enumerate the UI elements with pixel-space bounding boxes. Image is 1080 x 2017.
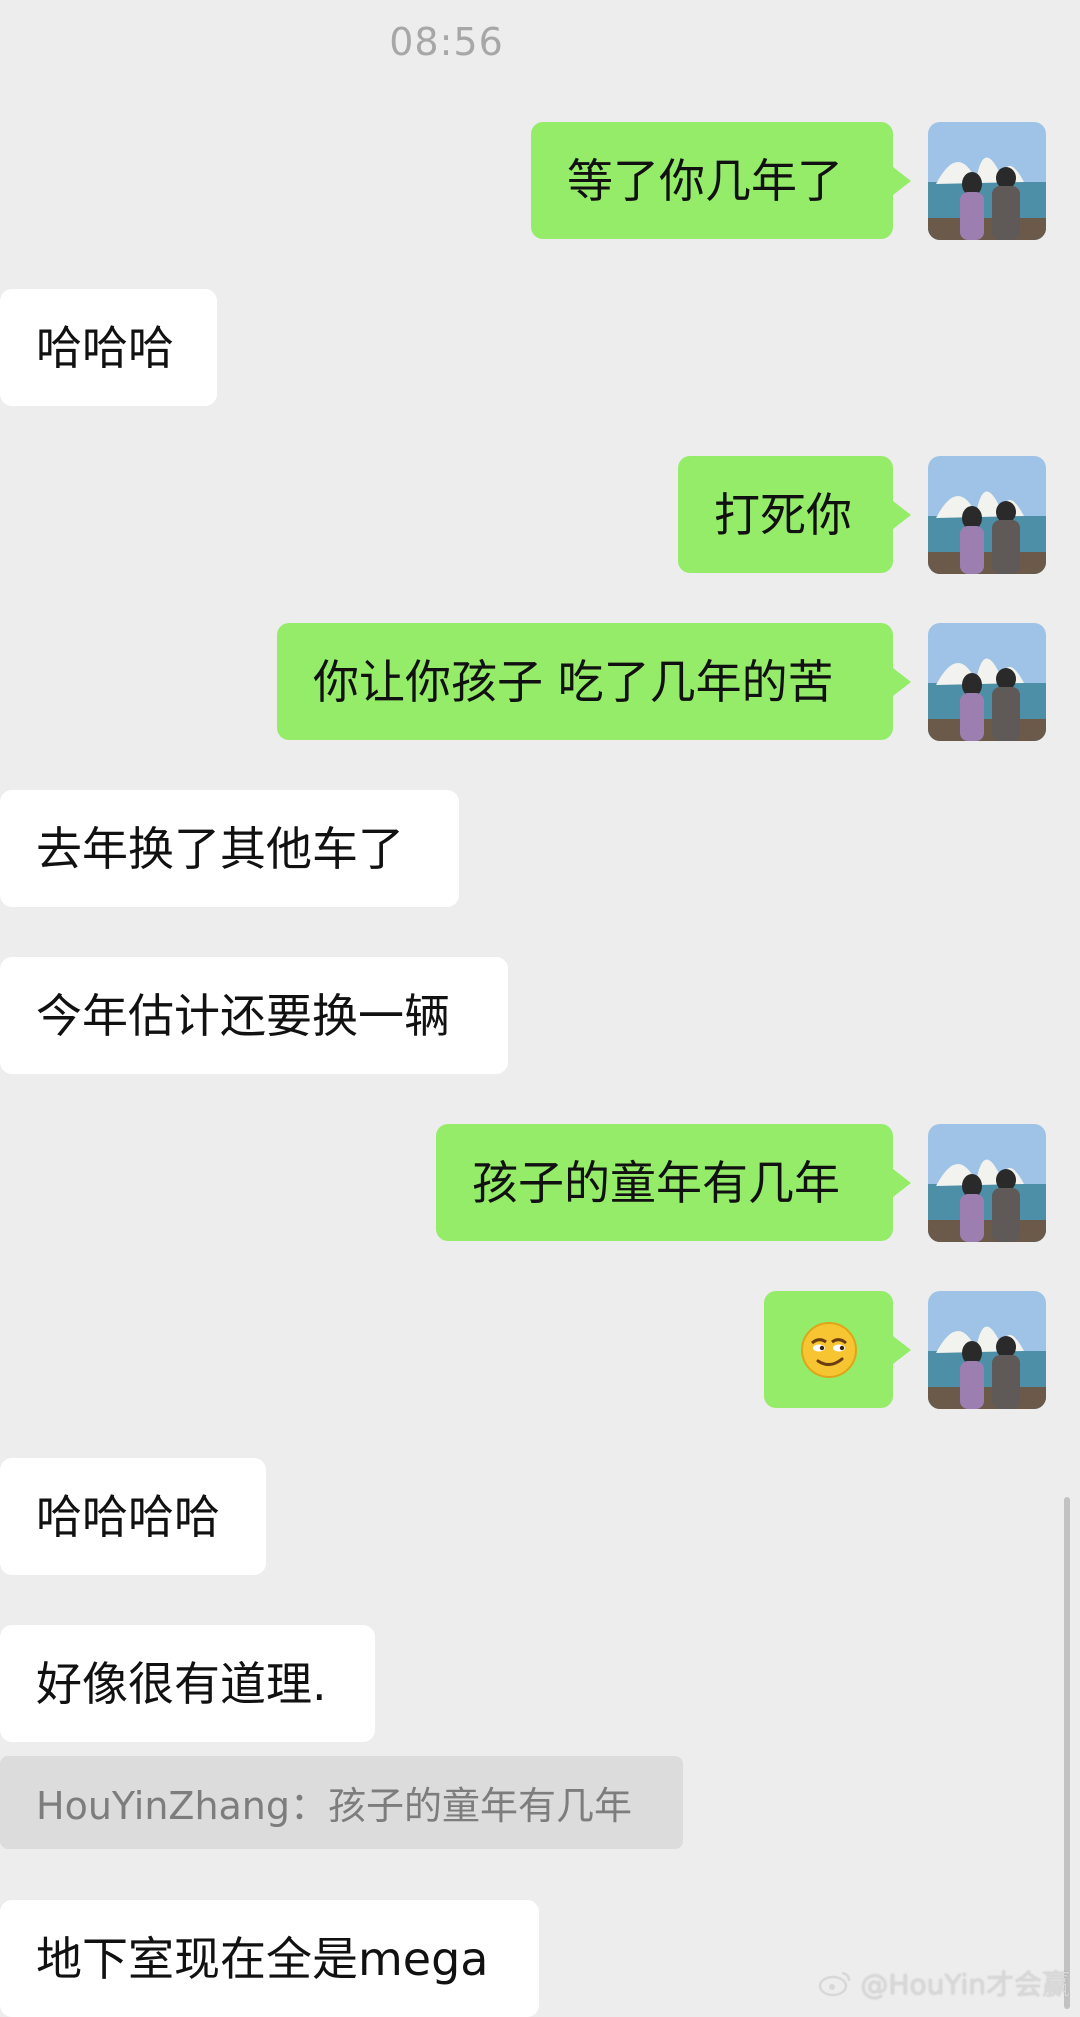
user-avatar[interactable] bbox=[928, 1124, 1046, 1242]
message-text: 去年换了其他车了 bbox=[36, 821, 404, 876]
message-text: 等了你几年了 bbox=[567, 153, 843, 208]
message-text: 好像很有道理. bbox=[36, 1656, 327, 1711]
message-bubble-incoming[interactable]: 地下室现在全是mega bbox=[0, 1900, 539, 2017]
message-text: 打死你 bbox=[714, 487, 852, 542]
message-bubble-outgoing[interactable]: 孩子的童年有几年 bbox=[436, 1124, 911, 1241]
message-bubble-incoming[interactable]: 哈哈哈 bbox=[0, 289, 217, 406]
user-avatar[interactable] bbox=[928, 122, 1046, 240]
message-text: 你让你孩子 吃了几年的苦 bbox=[313, 654, 834, 709]
message-bubble-outgoing[interactable] bbox=[764, 1291, 911, 1408]
message-bubble-incoming[interactable]: 好像很有道理. bbox=[0, 1625, 375, 1742]
avatar-photo bbox=[928, 456, 1046, 574]
message-text: 地下室现在全是mega bbox=[36, 1931, 489, 1986]
message-bubble-incoming[interactable]: 哈哈哈哈 bbox=[0, 1458, 266, 1575]
smirk-emoji-icon bbox=[800, 1321, 857, 1378]
scrollbar[interactable] bbox=[1064, 1497, 1070, 2009]
watermark: @HouYin才会赢 bbox=[818, 1963, 1070, 2003]
message-text: 哈哈哈 bbox=[36, 320, 174, 375]
message-text: 哈哈哈哈 bbox=[36, 1489, 220, 1544]
watermark-text: @HouYin才会赢 bbox=[860, 1968, 1070, 2001]
message-text: 今年估计还要换一辆 bbox=[36, 988, 450, 1043]
avatar-photo bbox=[928, 1291, 1046, 1409]
user-avatar[interactable] bbox=[928, 623, 1046, 741]
message-bubble-incoming[interactable]: 今年估计还要换一辆 bbox=[0, 957, 508, 1074]
avatar-photo bbox=[928, 1124, 1046, 1242]
quoted-message-text: HouYinZhang：孩子的童年有几年 bbox=[36, 1784, 633, 1828]
user-avatar[interactable] bbox=[928, 456, 1046, 574]
message-bubble-incoming[interactable]: 去年换了其他车了 bbox=[0, 790, 459, 907]
quoted-message[interactable]: HouYinZhang：孩子的童年有几年 bbox=[0, 1756, 683, 1849]
avatar-photo bbox=[928, 623, 1046, 741]
message-bubble-outgoing[interactable]: 等了你几年了 bbox=[531, 122, 911, 239]
message-text: 孩子的童年有几年 bbox=[472, 1155, 840, 1210]
message-bubble-outgoing[interactable]: 打死你 bbox=[678, 456, 911, 573]
avatar-photo bbox=[928, 122, 1046, 240]
chat-timestamp: 08:56 bbox=[389, 20, 504, 64]
user-avatar[interactable] bbox=[928, 1291, 1046, 1409]
weibo-icon bbox=[819, 1971, 851, 1997]
message-bubble-outgoing[interactable]: 你让你孩子 吃了几年的苦 bbox=[277, 623, 911, 740]
